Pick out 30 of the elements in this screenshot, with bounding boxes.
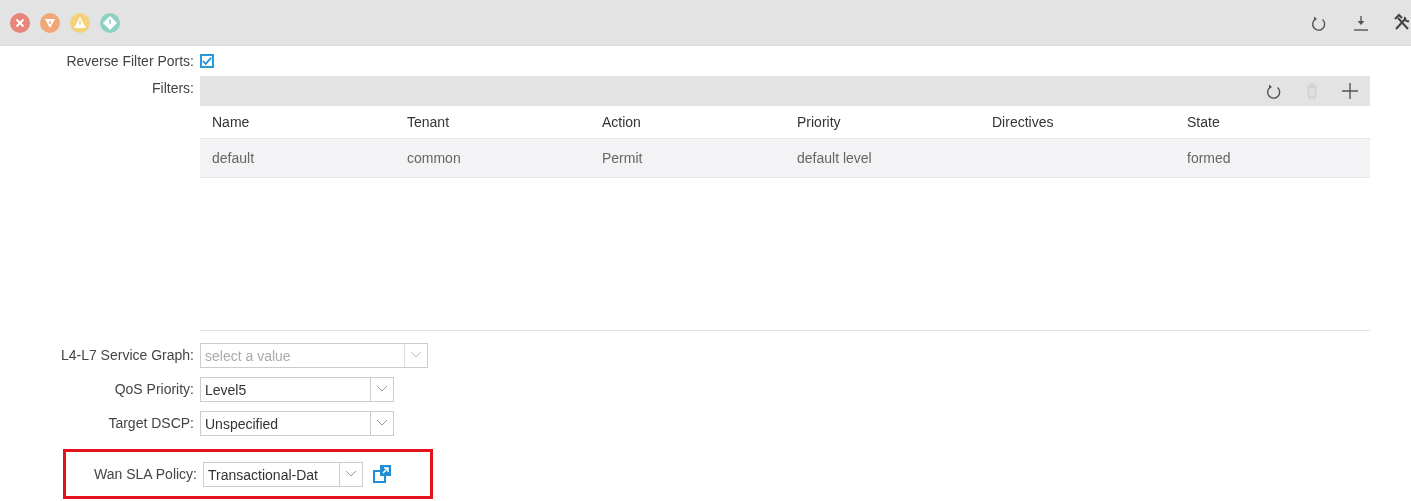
- field-label: L4-L7 Service Graph:: [59, 347, 195, 363]
- table-cell-text: default: [211, 150, 256, 166]
- field-label: QoS Priority:: [113, 381, 195, 397]
- column-header: State: [1186, 114, 1221, 130]
- table-cell-text: common: [406, 150, 462, 166]
- dropdown-field[interactable]: Transactional-Dat: [203, 461, 363, 487]
- add-icon[interactable]: [1340, 81, 1360, 101]
- column-header: Priority: [796, 114, 842, 130]
- table-cell-text: formed: [1186, 150, 1232, 166]
- caret-icon: [376, 419, 388, 427]
- open-window-icon[interactable]: [373, 464, 393, 484]
- critical-fault-icon[interactable]: [10, 12, 30, 33]
- column-header: Name: [211, 114, 251, 130]
- dropdown-field[interactable]: Unspecified: [200, 410, 394, 436]
- field-label: Reverse Filter Ports:: [65, 53, 195, 69]
- field-label: Filters:: [151, 79, 195, 96]
- column-header: Tenant: [406, 114, 451, 130]
- table-cell-text: Permit: [601, 150, 644, 166]
- checkbox[interactable]: [200, 54, 214, 68]
- column-header: Action: [601, 114, 642, 130]
- field-label: Wan SLA Policy:: [93, 466, 198, 482]
- table-cell-text: default level: [796, 150, 873, 166]
- caret-icon: [376, 385, 388, 393]
- caret-icon: [410, 351, 422, 359]
- table-row[interactable]: default common Permit default level formed: [200, 139, 1370, 178]
- caret-icon: [345, 470, 357, 478]
- field-label: Target DSCP:: [107, 415, 195, 431]
- column-header: Directives: [991, 114, 1055, 130]
- dropdown-field[interactable]: Level5: [200, 376, 394, 402]
- major-fault-icon[interactable]: [40, 12, 60, 33]
